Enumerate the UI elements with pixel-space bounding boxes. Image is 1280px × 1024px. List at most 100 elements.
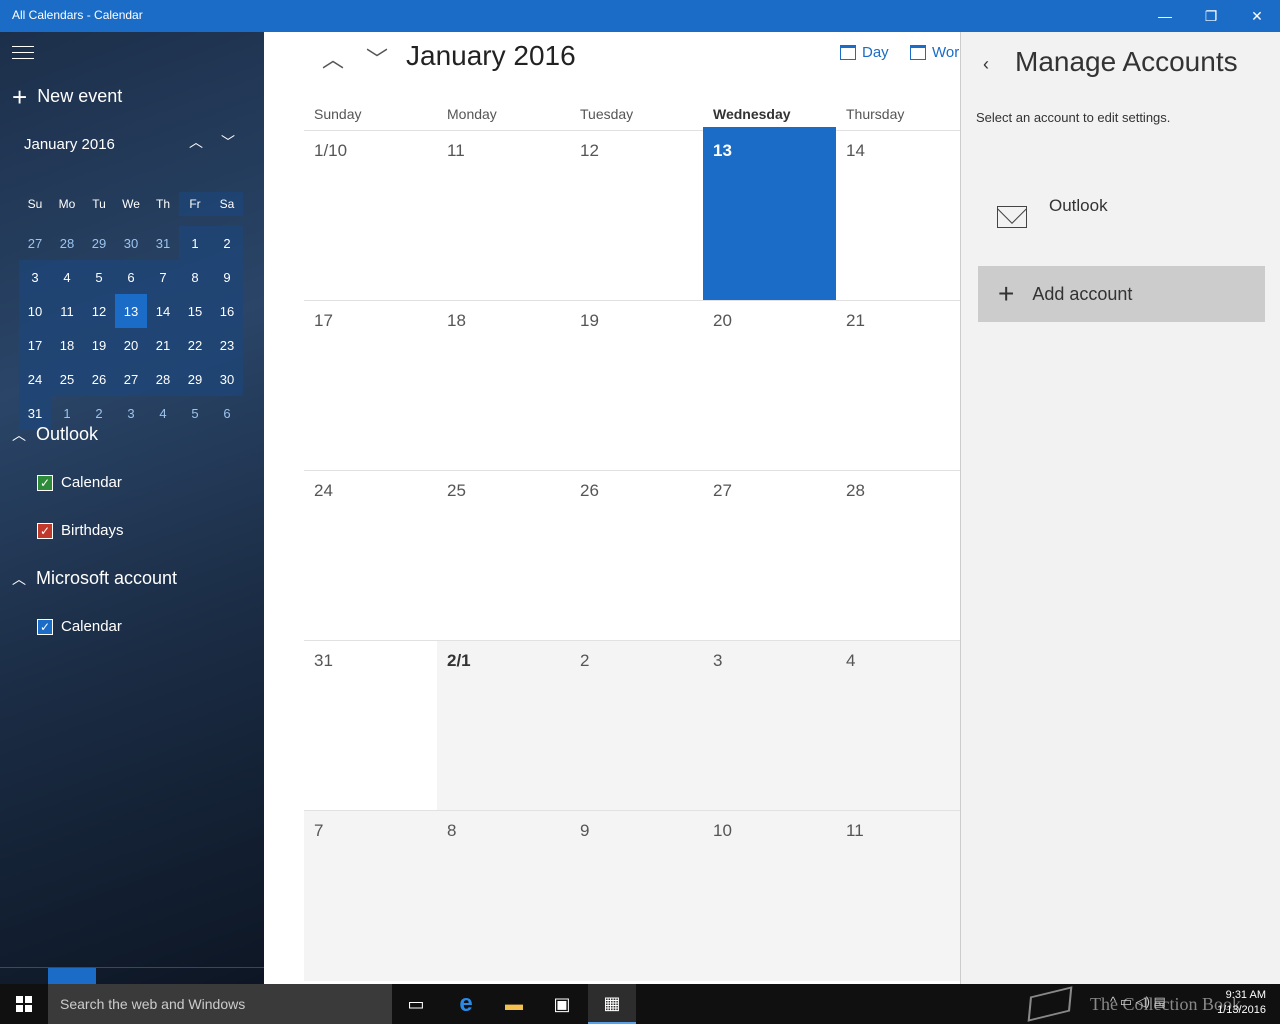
- gear-icon[interactable]: ⚙: [216, 968, 264, 984]
- ms-calendar-item[interactable]: ✓ Calendar: [37, 618, 122, 635]
- mini-prev-month-icon[interactable]: ︿: [184, 132, 208, 156]
- restore-button[interactable]: ❐: [1188, 0, 1234, 32]
- mini-day[interactable]: 9: [211, 260, 243, 294]
- file-explorer-icon[interactable]: ▬: [490, 984, 538, 1024]
- mini-day[interactable]: 18: [51, 328, 83, 362]
- outlook-group-toggle[interactable]: ︿ Outlook: [12, 424, 98, 445]
- checkbox-checked-icon[interactable]: ✓: [37, 618, 53, 635]
- mini-day[interactable]: 1: [179, 226, 211, 260]
- system-tray-icons[interactable]: ^ ▭ ◁) ▤: [1110, 994, 1166, 1010]
- mini-day[interactable]: 25: [51, 362, 83, 396]
- feedback-smiley-icon[interactable]: ☺: [168, 968, 216, 984]
- mini-day[interactable]: 4: [51, 260, 83, 294]
- mini-day[interactable]: 6: [115, 260, 147, 294]
- mail-icon[interactable]: ✉: [0, 968, 48, 984]
- mini-day[interactable]: 16: [211, 294, 243, 328]
- mini-day[interactable]: 31: [147, 226, 179, 260]
- day-cell[interactable]: 20: [703, 301, 836, 471]
- mini-day[interactable]: 5: [179, 396, 211, 430]
- checkbox-checked-icon[interactable]: ✓: [37, 474, 53, 491]
- mini-day[interactable]: 2: [211, 226, 243, 260]
- mini-day[interactable]: 21: [147, 328, 179, 362]
- new-event-button[interactable]: + New event: [12, 84, 122, 110]
- taskbar-search-input[interactable]: Search the web and Windows: [48, 984, 392, 1024]
- mini-day[interactable]: 29: [179, 362, 211, 396]
- day-cell[interactable]: 2/1: [437, 641, 570, 811]
- mini-day[interactable]: 7: [147, 260, 179, 294]
- day-cell[interactable]: 14: [836, 131, 960, 301]
- mini-day[interactable]: 27: [19, 226, 51, 260]
- mini-day[interactable]: 24: [19, 362, 51, 396]
- mini-calendar-title[interactable]: January 2016: [24, 136, 115, 153]
- calendar-app-icon[interactable]: ▦: [588, 984, 636, 1024]
- day-cell[interactable]: 12: [570, 131, 703, 301]
- mini-day[interactable]: 28: [147, 362, 179, 396]
- day-cell[interactable]: 31: [304, 641, 437, 811]
- day-cell[interactable]: 28: [836, 471, 960, 641]
- day-cell[interactable]: 8: [437, 811, 570, 981]
- mini-day[interactable]: 17: [19, 328, 51, 362]
- mini-next-month-icon[interactable]: ﹀: [216, 132, 240, 156]
- mini-day[interactable]: 13: [115, 294, 147, 328]
- day-cell[interactable]: 3: [703, 641, 836, 811]
- mini-day[interactable]: 30: [211, 362, 243, 396]
- day-cell[interactable]: 17: [304, 301, 437, 471]
- next-month-icon[interactable]: ﹀: [362, 42, 392, 74]
- minimize-button[interactable]: —: [1142, 0, 1188, 32]
- day-cell[interactable]: 10: [703, 811, 836, 981]
- day-cell[interactable]: 19: [570, 301, 703, 471]
- day-cell[interactable]: 26: [570, 471, 703, 641]
- day-cell[interactable]: 27: [703, 471, 836, 641]
- mini-day[interactable]: 22: [179, 328, 211, 362]
- day-cell[interactable]: 21: [836, 301, 960, 471]
- checkbox-checked-icon[interactable]: ✓: [37, 522, 53, 539]
- previous-month-icon[interactable]: ︿: [318, 42, 348, 74]
- mini-day[interactable]: 26: [83, 362, 115, 396]
- day-cell[interactable]: 11: [437, 131, 570, 301]
- mini-day[interactable]: 23: [211, 328, 243, 362]
- birthdays-calendar-item[interactable]: ✓ Birthdays: [37, 522, 124, 539]
- back-arrow-icon[interactable]: ‹: [983, 54, 989, 75]
- day-cell[interactable]: 9: [570, 811, 703, 981]
- calendar-icon[interactable]: ▦: [48, 968, 96, 984]
- mini-day[interactable]: 11: [51, 294, 83, 328]
- add-account-button[interactable]: + Add account: [978, 266, 1265, 322]
- close-button[interactable]: ✕: [1234, 0, 1280, 32]
- mini-day[interactable]: 12: [83, 294, 115, 328]
- outlook-account-item[interactable]: Outlook: [997, 196, 1108, 228]
- mini-day[interactable]: 29: [83, 226, 115, 260]
- mini-day[interactable]: 19: [83, 328, 115, 362]
- start-button[interactable]: [0, 984, 48, 1024]
- mini-day[interactable]: 3: [19, 260, 51, 294]
- day-cell[interactable]: 25: [437, 471, 570, 641]
- mini-day[interactable]: 8: [179, 260, 211, 294]
- day-cell[interactable]: 4: [836, 641, 960, 811]
- mini-day[interactable]: 4: [147, 396, 179, 430]
- day-cell[interactable]: 18: [437, 301, 570, 471]
- mini-day[interactable]: 10: [19, 294, 51, 328]
- mini-day[interactable]: 20: [115, 328, 147, 362]
- mini-day[interactable]: 15: [179, 294, 211, 328]
- mini-day[interactable]: 14: [147, 294, 179, 328]
- clock[interactable]: 9:31 AM 1/13/2016: [1217, 988, 1266, 1018]
- work-week-view-button[interactable]: Wor: [910, 44, 959, 61]
- day-cell[interactable]: 7: [304, 811, 437, 981]
- day-cell[interactable]: 1/10: [304, 131, 437, 301]
- day-cell[interactable]: 13: [703, 127, 836, 301]
- mini-day[interactable]: 5: [83, 260, 115, 294]
- day-cell[interactable]: 24: [304, 471, 437, 641]
- mini-day[interactable]: 6: [211, 396, 243, 430]
- task-view-icon[interactable]: ▭: [392, 984, 440, 1024]
- day-cell[interactable]: 2: [570, 641, 703, 811]
- day-cell[interactable]: 11: [836, 811, 960, 981]
- mini-day[interactable]: 27: [115, 362, 147, 396]
- hamburger-menu-icon[interactable]: [12, 46, 34, 60]
- edge-browser-icon[interactable]: e: [442, 984, 490, 1024]
- mini-day[interactable]: 3: [115, 396, 147, 430]
- store-icon[interactable]: ▣: [538, 984, 586, 1024]
- day-view-button[interactable]: Day: [840, 44, 889, 61]
- microsoft-account-group-toggle[interactable]: ︿ Microsoft account: [12, 568, 177, 589]
- mini-day[interactable]: 28: [51, 226, 83, 260]
- outlook-calendar-item[interactable]: ✓ Calendar: [37, 474, 122, 491]
- mini-day[interactable]: 30: [115, 226, 147, 260]
